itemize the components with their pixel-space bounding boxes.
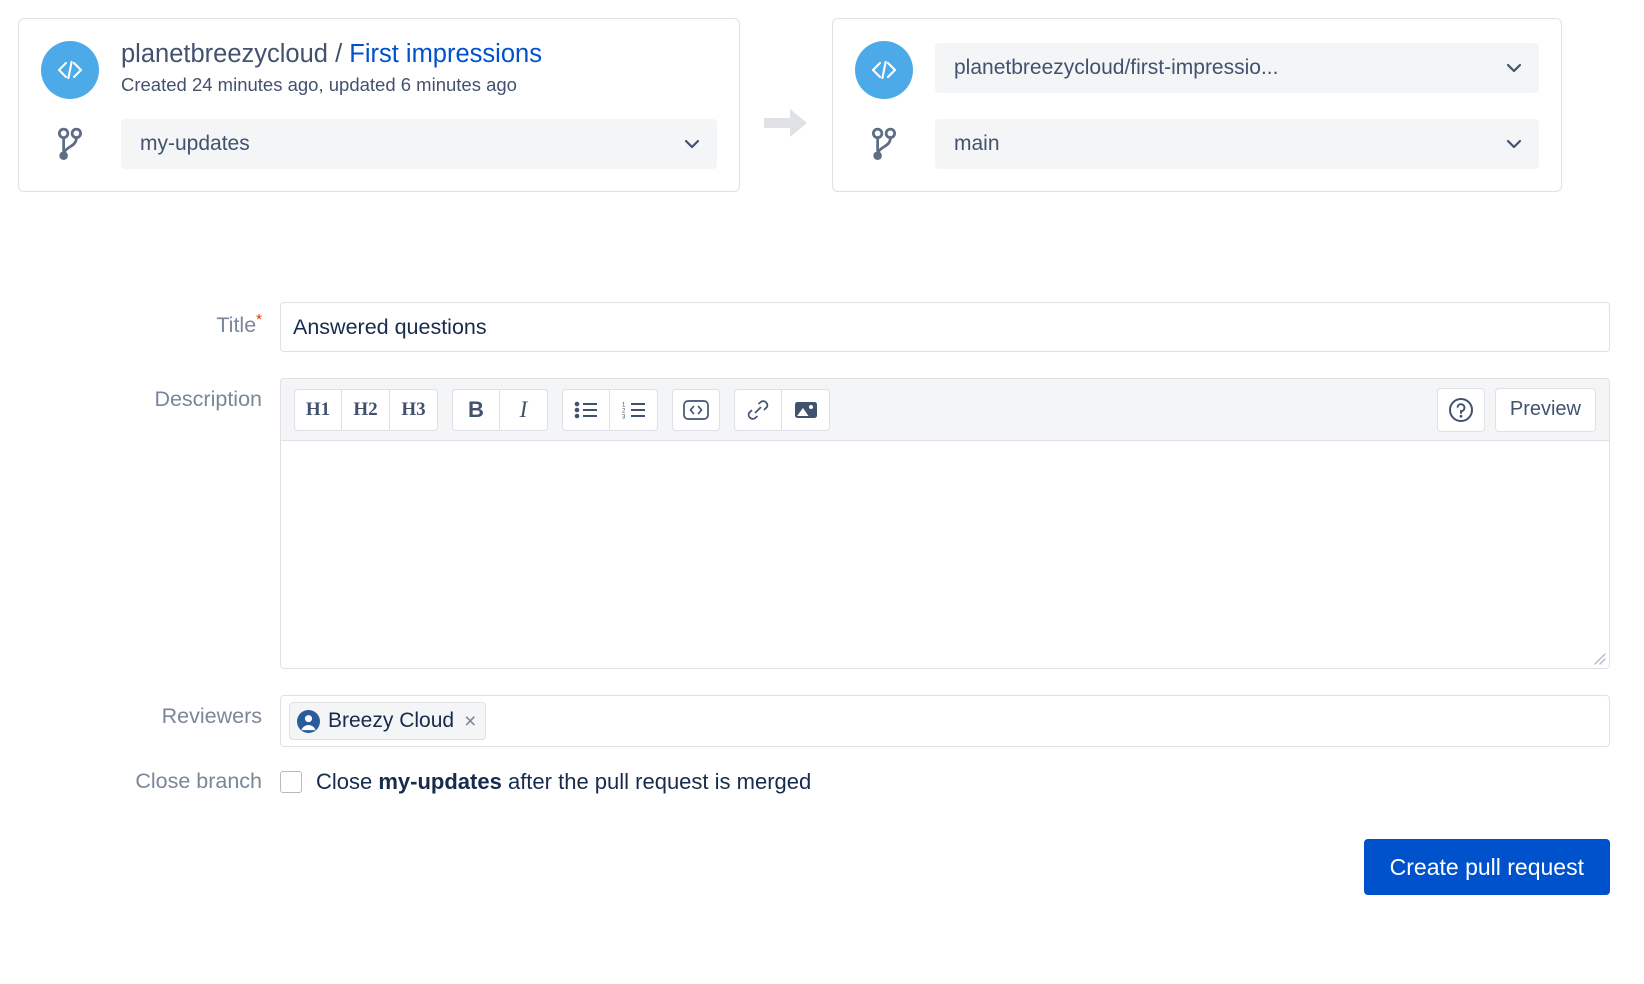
remove-reviewer-button[interactable]: ×: [464, 711, 476, 732]
close-branch-name: my-updates: [378, 769, 501, 794]
chevron-down-icon: [1506, 139, 1522, 149]
source-repo-separator: /: [328, 40, 349, 68]
chevron-down-icon: [684, 139, 700, 149]
numbered-list-icon: 1 2 3: [622, 401, 646, 419]
destination-panel: planetbreezycloud/first-impressio...: [832, 18, 1562, 192]
heading-1-button[interactable]: H1: [294, 389, 342, 431]
arrow-right-icon: [764, 106, 808, 140]
image-button[interactable]: [782, 389, 830, 431]
bold-button[interactable]: B: [452, 389, 500, 431]
source-branch-value: my-updates: [140, 132, 674, 156]
heading-3-button[interactable]: H3: [390, 389, 438, 431]
link-button[interactable]: [734, 389, 782, 431]
bold-label: B: [468, 397, 484, 423]
close-branch-text: Close my-updates after the pull request …: [316, 769, 811, 795]
branch-icon: [871, 127, 897, 161]
destination-repo-select[interactable]: planetbreezycloud/first-impressio...: [935, 43, 1539, 93]
form-footer: Create pull request: [0, 839, 1628, 895]
italic-label: I: [520, 397, 528, 423]
source-panel: planetbreezycloud / First impressions Cr…: [18, 18, 740, 192]
source-branch-select[interactable]: my-updates: [121, 119, 717, 169]
reviewers-input[interactable]: Breezy Cloud ×: [280, 695, 1610, 747]
code-icon: [41, 41, 99, 99]
code-block-icon: [683, 400, 709, 420]
heading-2-button[interactable]: H2: [342, 389, 390, 431]
destination-repo-line: planetbreezycloud/first-impressio...: [855, 37, 1539, 99]
chevron-down-icon: [1506, 63, 1522, 73]
title-row: Title*: [0, 302, 1628, 352]
help-circle-icon: [1447, 396, 1475, 424]
reviewers-row: Reviewers Breezy Cloud ×: [0, 695, 1628, 747]
image-icon: [794, 400, 818, 420]
user-avatar-icon: [297, 710, 320, 733]
code-icon: [855, 41, 913, 99]
source-repo-owner: planetbreezycloud: [121, 40, 328, 68]
description-row: Description H1 H2 H3 B I: [0, 378, 1628, 669]
heading-button-group: H1 H2 H3: [294, 389, 438, 431]
heading-2-label: H2: [353, 399, 377, 421]
source-repo-name-link[interactable]: First impressions: [349, 40, 542, 68]
pull-request-form: Title* Description H1 H2 H3 B I: [0, 302, 1644, 895]
destination-repo-value: planetbreezycloud/first-impressio...: [954, 56, 1496, 80]
source-repo-title: planetbreezycloud / First impressions: [121, 39, 542, 71]
svg-text:3: 3: [622, 414, 626, 419]
preview-label: Preview: [1510, 398, 1581, 421]
bullet-list-button[interactable]: [562, 389, 610, 431]
title-label: Title*: [0, 302, 280, 338]
description-label: Description: [0, 378, 280, 412]
help-button[interactable]: [1437, 388, 1485, 432]
source-repo-meta: Created 24 minutes ago, updated 6 minute…: [121, 74, 542, 96]
list-button-group: 1 2 3: [562, 389, 658, 431]
required-asterisk: *: [256, 311, 262, 328]
code-button-group: [672, 389, 720, 431]
destination-branch-value: main: [954, 132, 1496, 156]
branch-selection-row: planetbreezycloud / First impressions Cr…: [0, 0, 1644, 250]
close-branch-text-before: Close: [316, 769, 378, 794]
source-repo-line: planetbreezycloud / First impressions Cr…: [41, 37, 717, 99]
reviewer-chip[interactable]: Breezy Cloud ×: [289, 702, 486, 740]
bullet-list-icon: [574, 401, 598, 419]
numbered-list-button[interactable]: 1 2 3: [610, 389, 658, 431]
destination-branch-line: main: [855, 119, 1539, 169]
resize-grip-icon[interactable]: [1590, 649, 1606, 665]
description-textarea[interactable]: [281, 441, 1609, 668]
title-input[interactable]: [280, 302, 1610, 352]
close-branch-row: Close branch Close my-updates after the …: [0, 769, 1628, 795]
heading-3-label: H3: [401, 399, 425, 421]
close-branch-text-after: after the pull request is merged: [502, 769, 811, 794]
close-branch-label: Close branch: [0, 769, 280, 794]
description-textarea-wrapper: [281, 441, 1609, 668]
link-button-group: [734, 389, 830, 431]
heading-1-label: H1: [306, 399, 330, 421]
destination-branch-select[interactable]: main: [935, 119, 1539, 169]
reviewers-label: Reviewers: [0, 695, 280, 729]
source-branch-line: my-updates: [41, 119, 717, 169]
branch-icon: [57, 127, 83, 161]
title-label-text: Title: [216, 313, 256, 337]
link-icon: [746, 399, 770, 421]
preview-button[interactable]: Preview: [1495, 388, 1596, 432]
close-branch-checkbox[interactable]: [280, 771, 302, 793]
editor-toolbar: H1 H2 H3 B I: [281, 379, 1609, 441]
description-editor: H1 H2 H3 B I: [280, 378, 1610, 669]
create-pull-request-button[interactable]: Create pull request: [1364, 839, 1610, 895]
italic-button[interactable]: I: [500, 389, 548, 431]
text-style-button-group: B I: [452, 389, 548, 431]
direction-arrow: [740, 18, 832, 228]
code-block-button[interactable]: [672, 389, 720, 431]
reviewer-name: Breezy Cloud: [328, 709, 454, 733]
